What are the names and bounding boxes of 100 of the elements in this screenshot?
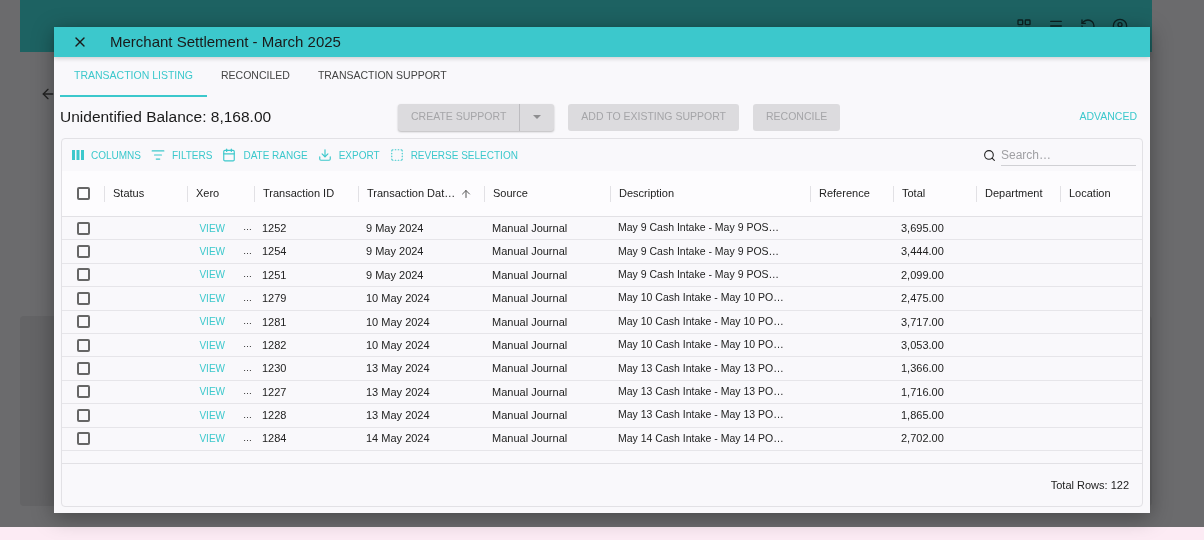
table-cell-text: Manual Journal bbox=[492, 291, 568, 307]
column-header[interactable]: Transaction ID bbox=[255, 185, 343, 202]
calendar-icon bbox=[222, 148, 237, 162]
table-cell-text: 9 May 2024 bbox=[366, 220, 424, 236]
dialog-title: Merchant Settlement - March 2025 bbox=[110, 31, 341, 52]
checkbox[interactable] bbox=[76, 338, 90, 352]
table-cell-text: 2,475.00 bbox=[901, 291, 944, 307]
column-header[interactable]: Xero bbox=[188, 185, 228, 202]
table-cell-text: 1254 bbox=[262, 244, 287, 260]
table-cell: … bbox=[243, 338, 252, 352]
table-cell-text: 3,444.00 bbox=[901, 244, 944, 260]
table-cell-text: 1,366.00 bbox=[901, 361, 944, 377]
table-cell-text: May 10 Cash Intake - May 10 PO… bbox=[618, 290, 784, 306]
table-cell-text: Manual Journal bbox=[492, 361, 568, 377]
table-cell-text: 1227 bbox=[262, 384, 287, 400]
checkbox[interactable] bbox=[76, 432, 90, 446]
table-cell-text: Manual Journal bbox=[492, 337, 568, 353]
checkbox[interactable] bbox=[76, 291, 90, 305]
column-header[interactable]: Department bbox=[977, 185, 1051, 202]
column-header[interactable]: Status bbox=[105, 185, 153, 202]
table-cell-text: 1,865.00 bbox=[901, 408, 944, 424]
table-cell-text: 3,053.00 bbox=[901, 337, 944, 353]
table-cell-text: 13 May 2024 bbox=[366, 384, 430, 400]
column-header[interactable]: Description bbox=[611, 185, 683, 202]
table-cell-text: May 10 Cash Intake - May 10 PO… bbox=[618, 313, 784, 329]
table-cell-text: 10 May 2024 bbox=[366, 337, 430, 353]
table-cell-text: May 9 Cash Intake - May 9 POS… bbox=[618, 243, 780, 259]
table-cell-text: 1252 bbox=[262, 220, 287, 236]
table-cell-text: May 14 Cash Intake - May 14 PO… bbox=[618, 430, 784, 446]
balance-label: Unidentified Balance: 8,168.00 bbox=[60, 107, 273, 128]
total-rows: Total Rows: 122 bbox=[1050, 476, 1129, 494]
table-cell-text: … bbox=[243, 315, 252, 328]
tab[interactable]: TRANSACTION SUPPORT bbox=[303, 57, 461, 97]
search-icon bbox=[983, 148, 996, 162]
column-header[interactable]: Source bbox=[485, 185, 536, 202]
table-cell-text: … bbox=[243, 408, 252, 422]
checkbox[interactable] bbox=[76, 362, 90, 376]
checkbox[interactable] bbox=[76, 245, 90, 259]
table-cell-text: 1,716.00 bbox=[901, 384, 944, 400]
table-cell-text: … bbox=[243, 431, 252, 445]
table-row[interactable]: VIEW … 1282 10 May 2024 Manual Journal May 10 Cash Intake - May 10 PO… 3,053.00 bbox=[62, 333, 1142, 358]
table-row[interactable]: VIEW … 1227 13 May 2024 Manual Journal May 13 Cash Intake - May 13 PO… 1,716.00 bbox=[62, 380, 1142, 405]
filter-icon bbox=[151, 148, 165, 162]
column-header[interactable]: Transaction Dat… bbox=[359, 185, 464, 202]
table-cell-text: May 13 Cash Intake - May 13 PO… bbox=[618, 407, 784, 423]
table-cell-text: May 9 Cash Intake - May 9 POS… bbox=[618, 220, 780, 236]
table-row[interactable]: VIEW … 1230 13 May 2024 Manual Journal May 13 Cash Intake - May 13 PO… 1,366.00 bbox=[62, 357, 1142, 381]
checkbox[interactable] bbox=[76, 408, 90, 422]
table-row[interactable]: VIEW … 1279 10 May 2024 Manual Journal May 10 Cash Intake - May 10 PO… 2,475.00 bbox=[62, 287, 1142, 311]
caret-icon bbox=[533, 115, 542, 119]
table-cell-text: 10 May 2024 bbox=[366, 291, 430, 307]
table-row[interactable]: VIEW … 1252 9 May 2024 Manual Journal May 9 Cash Intake - May 9 POS… 3,695.00 bbox=[62, 217, 1142, 241]
table-cell: … bbox=[243, 268, 252, 282]
sort-arrow-icon[interactable] bbox=[460, 187, 473, 200]
table-cell-text: 2,702.00 bbox=[901, 431, 944, 447]
table-cell-text: Manual Journal bbox=[492, 314, 568, 330]
dashed-square-icon bbox=[389, 148, 404, 162]
table-cell-text: 13 May 2024 bbox=[366, 408, 430, 424]
table-cell-text: 14 May 2024 bbox=[366, 431, 430, 447]
table-row[interactable]: VIEW … 1281 10 May 2024 Manual Journal May 10 Cash Intake - May 10 PO… 3,717.00 bbox=[62, 310, 1142, 334]
table-row[interactable]: VIEW … 1228 13 May 2024 Manual Journal May 13 Cash Intake - May 13 PO… 1,865.00 bbox=[62, 404, 1142, 428]
table-cell-text: 9 May 2024 bbox=[366, 244, 424, 260]
table-cell-text: Manual Journal bbox=[492, 220, 568, 236]
columns-icon bbox=[72, 150, 84, 160]
table-cell: May 9 Cash Intake - May 9 POS… bbox=[618, 267, 780, 283]
table-cell: … bbox=[243, 221, 252, 235]
table-cell-text: 1281 bbox=[262, 314, 287, 330]
table-cell: … bbox=[243, 385, 252, 399]
table-cell-text: 9 May 2024 bbox=[366, 267, 424, 283]
table-cell-text: 2,099.00 bbox=[901, 267, 944, 283]
table-cell-text: 1228 bbox=[262, 408, 287, 424]
table-cell-text: Manual Journal bbox=[492, 267, 568, 283]
table-cell-text: 1251 bbox=[262, 267, 287, 283]
table-cell-text: Manual Journal bbox=[492, 431, 568, 447]
checkbox[interactable] bbox=[76, 268, 90, 282]
table-cell: May 13 Cash Intake - May 13 PO… bbox=[618, 384, 784, 400]
search-field[interactable]: Search… bbox=[1001, 144, 1136, 166]
column-header[interactable]: Location bbox=[1061, 185, 1119, 202]
checkbox[interactable] bbox=[76, 315, 90, 329]
download-icon bbox=[317, 148, 332, 162]
table-cell-text: 1279 bbox=[262, 291, 287, 307]
column-header[interactable]: Total bbox=[894, 185, 934, 202]
table-row[interactable]: VIEW … 1251 9 May 2024 Manual Journal May 9 Cash Intake - May 9 POS… 2,099.00 bbox=[62, 263, 1142, 288]
checkbox[interactable] bbox=[76, 385, 90, 399]
table-row[interactable]: VIEW … 1254 9 May 2024 Manual Journal May 9 Cash Intake - May 9 POS… 3,444.00 bbox=[62, 240, 1142, 264]
table-cell-text: … bbox=[243, 291, 252, 305]
column-header[interactable]: Reference bbox=[811, 185, 878, 202]
table-cell-text: Manual Journal bbox=[492, 408, 568, 424]
checkbox[interactable] bbox=[76, 187, 90, 200]
table-cell-text: Manual Journal bbox=[492, 384, 568, 400]
table-cell-text: 1230 bbox=[262, 361, 287, 377]
table-cell-text: … bbox=[243, 244, 252, 258]
table-cell-text: May 13 Cash Intake - May 13 PO… bbox=[618, 360, 784, 376]
table-cell-text: 3,695.00 bbox=[901, 220, 944, 236]
table-cell-text: … bbox=[243, 361, 252, 375]
checkbox[interactable] bbox=[76, 221, 90, 235]
table-row[interactable]: VIEW … 1284 14 May 2024 Manual Journal May 14 Cash Intake - May 14 PO… 2,702.00 bbox=[62, 427, 1142, 451]
table-cell-text: 1282 bbox=[262, 337, 287, 353]
tab[interactable]: RECONCILED bbox=[207, 57, 304, 97]
table-cell: May 10 Cash Intake - May 10 PO… bbox=[618, 337, 784, 353]
